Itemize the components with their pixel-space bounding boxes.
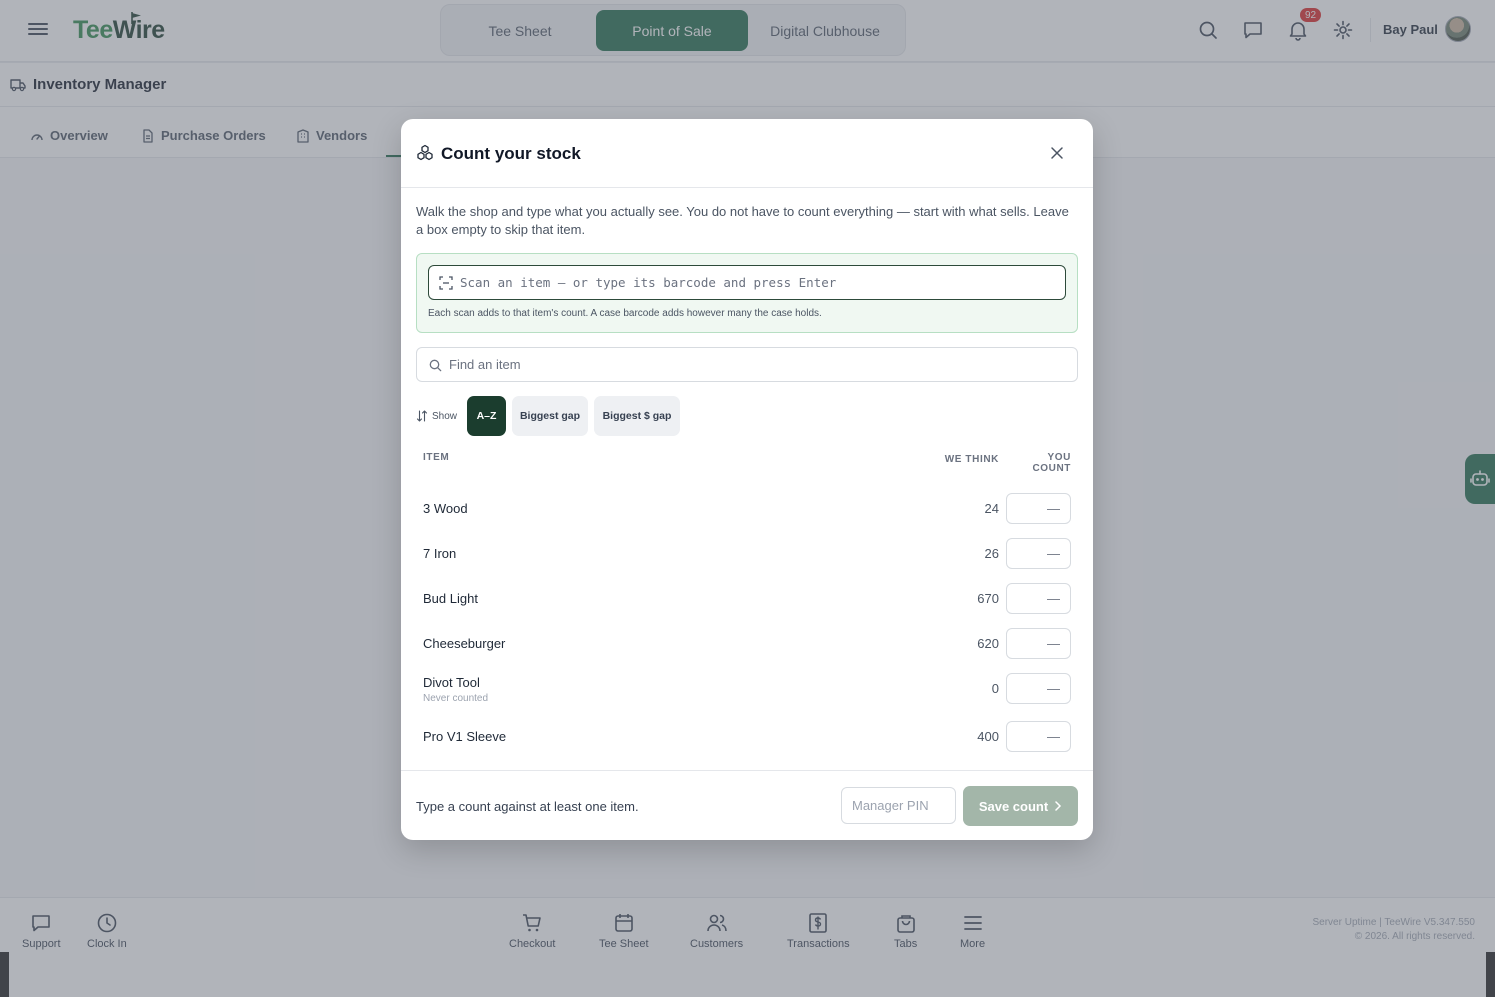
item-name: Pro V1 Sleeve [423,729,507,744]
scan-field[interactable] [428,265,1066,300]
save-count-button[interactable]: Save count [963,786,1078,826]
sort-arrows-icon [416,410,428,422]
modal-footer: Type a count against at least one item. … [401,770,1093,840]
boxes-icon [417,144,433,161]
we-think-value: 400 [977,729,999,744]
you-count-input[interactable] [1006,583,1071,614]
footer-hint: Type a count against at least one item. [416,799,639,814]
scan-panel: Each scan adds to that item's count. A c… [416,253,1078,333]
sort-biggest-gap[interactable]: Biggest gap [512,396,588,436]
table-header: ITEM WE THINK YOU COUNT [423,450,1071,482]
you-count-input[interactable] [1006,628,1071,659]
we-think-value: 670 [977,591,999,606]
sort-biggest-dollar-gap[interactable]: Biggest $ gap [594,396,680,436]
sort-a-z[interactable]: A–Z [467,396,506,436]
table-row: Cheeseburger 620 [423,628,1071,662]
scan-icon [439,276,453,290]
you-count-input[interactable] [1006,538,1071,569]
save-count-label: Save count [978,798,1049,814]
col-we-think: WE THINK [944,454,999,465]
find-field[interactable] [416,347,1078,382]
modal-intro: Walk the shop and type what you actually… [416,204,1069,237]
item-name: Bud Light [423,591,478,606]
modal-header: Count your stock [401,119,1093,188]
you-count-input[interactable] [1006,721,1071,752]
col-you-count: YOU COUNT [1032,452,1071,474]
you-count-input[interactable] [1006,673,1071,704]
item-name: Divot Tool [423,675,480,690]
we-think-value: 24 [984,501,999,516]
find-input[interactable] [449,348,1069,381]
search-icon [429,359,442,372]
sort-label: Show [416,410,457,422]
count-stock-modal: Count your stock Walk the shop and type … [401,119,1093,840]
item-name: 7 Iron [423,546,457,561]
col-item: ITEM [423,452,450,463]
you-count-input[interactable] [1006,493,1071,524]
chevron-right-icon [1055,801,1062,811]
table-row: 3 Wood 24 [423,493,1071,527]
item-subtext: Never counted [423,693,489,704]
item-name: 3 Wood [423,501,468,516]
we-think-value: 0 [991,681,999,696]
manager-pin-input[interactable] [841,787,956,824]
table-row: Bud Light 670 [423,583,1071,617]
table-row: 7 Iron 26 [423,538,1071,572]
we-think-value: 620 [977,636,999,651]
we-think-value: 26 [984,546,999,561]
scan-note: Each scan adds to that item's count. A c… [428,308,822,319]
modal-title: Count your stock [441,144,581,163]
close-icon[interactable] [1049,145,1065,161]
item-name: Cheeseburger [423,636,506,651]
sort-label-text: Show [432,410,458,422]
table-row: Pro V1 Sleeve 400 [423,721,1071,755]
scan-input[interactable] [460,266,1055,298]
table-row: Divot Tool Never counted 0 [423,673,1071,707]
